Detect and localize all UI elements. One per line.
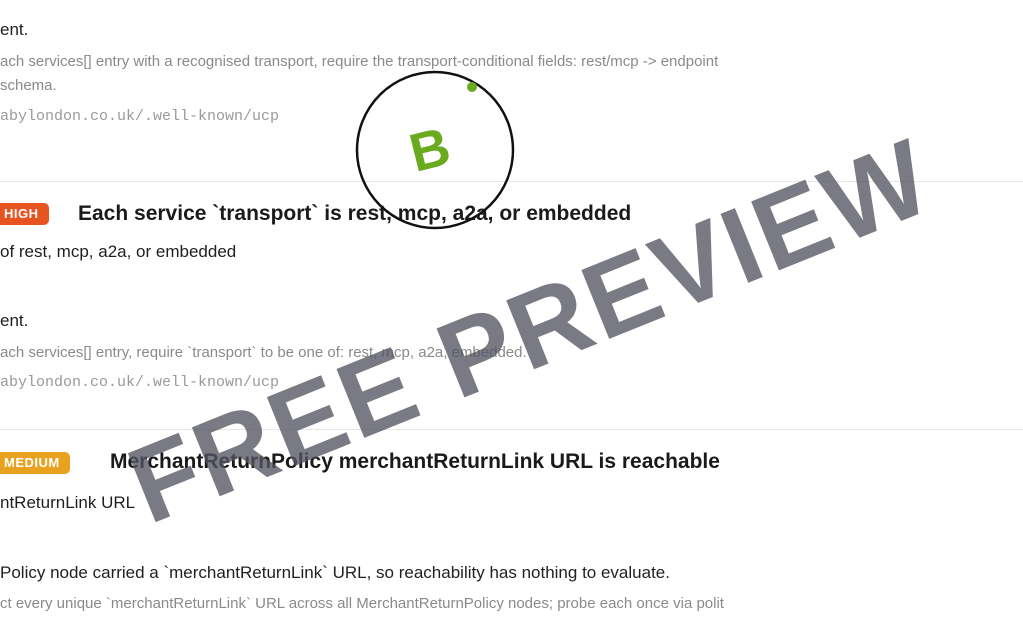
check-title: MerchantReturnPolicy merchantReturnLink … [110,450,720,473]
check-url[interactable]: abylondon.co.uk/.well-known/ucp [0,374,279,391]
severity-badge-medium: MEDIUM [0,452,70,474]
divider [0,429,1023,430]
grade-badge: B [355,70,515,230]
grade-dot [467,82,477,92]
check-url[interactable]: abylondon.co.uk/.well-known/ucp [0,108,279,125]
check-result-text: ent. [0,311,29,330]
check-description: ach services[] entry, require `transport… [0,344,527,361]
grade-letter: B [404,116,456,184]
check-description-cont: schema. [0,77,57,94]
check-subtitle: of rest, mcp, a2a, or embedded [0,242,237,261]
severity-badge-high: HIGH [0,203,49,225]
check-description: ct every unique `merchantReturnLink` URL… [0,595,724,612]
check-result-text: ent. [0,20,29,39]
check-result-text: Policy node carried a `merchantReturnLin… [0,563,670,582]
check-subtitle: ntReturnLink URL [0,493,136,512]
